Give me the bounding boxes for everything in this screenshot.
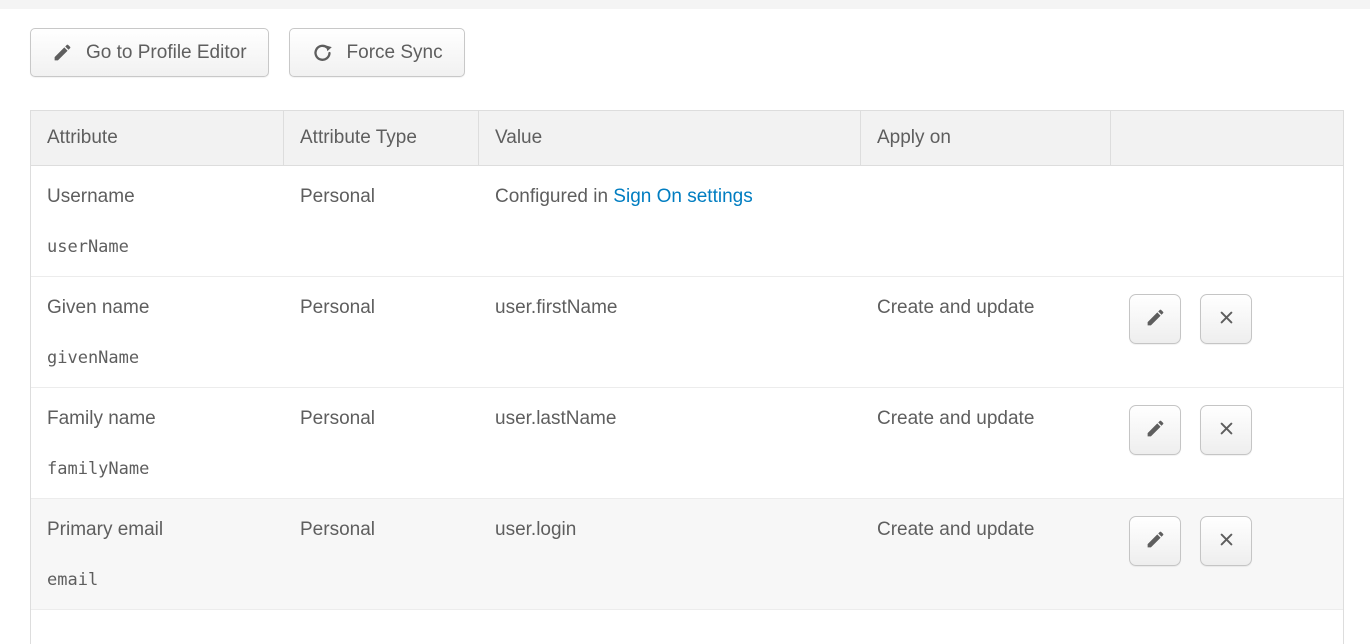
value-cell: user.firstName <box>479 277 861 387</box>
actions-cell <box>1111 166 1343 276</box>
pencil-icon <box>1145 418 1166 442</box>
attribute-variable-name: email <box>47 570 274 590</box>
value-text: user.lastName <box>495 408 616 429</box>
apply-on-cell: Create and update <box>861 277 1111 387</box>
value-cell: Configured in Sign On settings <box>479 166 861 276</box>
pencil-icon <box>1145 529 1166 553</box>
attribute-type-cell: Personal <box>284 166 479 276</box>
value-text: user.firstName <box>495 297 617 318</box>
pencil-icon <box>1145 307 1166 331</box>
button-label: Go to Profile Editor <box>86 42 247 64</box>
table-row: UsernameuserNamePersonalConfigured in Si… <box>31 166 1343 277</box>
attribute-display-name: Primary email <box>47 520 274 540</box>
edit-attribute-button[interactable] <box>1129 516 1181 566</box>
remove-attribute-button[interactable] <box>1200 294 1252 344</box>
close-icon <box>1216 307 1237 331</box>
toolbar: Go to Profile Editor Force Sync <box>30 28 465 77</box>
apply-on-cell: Create and update <box>861 499 1111 609</box>
attribute-cell: Given name givenName <box>31 277 284 387</box>
table-row: Family name familyName Personal user.lastNa… <box>31 388 1343 499</box>
table-row: Primary email email Personal user.login Crea… <box>31 499 1343 610</box>
attribute-display-name: Given name <box>47 298 274 318</box>
top-strip <box>0 0 1370 9</box>
attribute-type-cell: Personal <box>284 499 479 609</box>
attribute-mappings-table: Attribute Attribute Type Value Apply on … <box>30 110 1344 644</box>
remove-attribute-button[interactable] <box>1200 516 1252 566</box>
go-to-profile-editor-button[interactable]: Go to Profile Editor <box>30 28 269 77</box>
actions-cell <box>1111 499 1343 609</box>
column-header-attribute-type: Attribute Type <box>284 111 479 165</box>
column-header-apply-on: Apply on <box>861 111 1111 165</box>
value-text: Configured in <box>495 186 613 207</box>
button-label: Force Sync <box>347 42 443 64</box>
partial-next-row <box>31 610 1343 644</box>
close-icon <box>1216 418 1237 442</box>
attribute-type-cell: Personal <box>284 277 479 387</box>
attribute-display-name: Username <box>47 187 274 207</box>
attribute-type-cell: Personal <box>284 388 479 498</box>
apply-on-cell <box>861 166 1111 276</box>
edit-attribute-button[interactable] <box>1129 405 1181 455</box>
attribute-variable-name: givenName <box>47 348 274 368</box>
value-cell: user.lastName <box>479 388 861 498</box>
table-header: Attribute Attribute Type Value Apply on <box>31 111 1343 166</box>
value-cell: user.login <box>479 499 861 609</box>
edit-attribute-button[interactable] <box>1129 294 1181 344</box>
sign-on-settings-link[interactable]: Sign On settings <box>613 186 752 207</box>
apply-on-cell: Create and update <box>861 388 1111 498</box>
column-header-actions <box>1111 111 1343 165</box>
remove-attribute-button[interactable] <box>1200 405 1252 455</box>
attribute-variable-name: userName <box>47 237 274 257</box>
actions-cell <box>1111 277 1343 387</box>
attribute-variable-name: familyName <box>47 459 274 479</box>
attribute-cell: Primary email email <box>31 499 284 609</box>
pencil-icon <box>52 42 73 63</box>
close-icon <box>1216 529 1237 553</box>
column-header-value: Value <box>479 111 861 165</box>
table-body: UsernameuserNamePersonalConfigured in Si… <box>31 166 1343 644</box>
refresh-icon <box>311 41 334 64</box>
attribute-display-name: Family name <box>47 409 274 429</box>
table-row: Given name givenName Personal user.firstNam… <box>31 277 1343 388</box>
value-text: user.login <box>495 519 576 540</box>
force-sync-button[interactable]: Force Sync <box>289 28 465 77</box>
attribute-cell: Family name familyName <box>31 388 284 498</box>
column-header-attribute: Attribute <box>31 111 284 165</box>
attribute-cell: Username userName <box>31 166 284 276</box>
actions-cell <box>1111 388 1343 498</box>
